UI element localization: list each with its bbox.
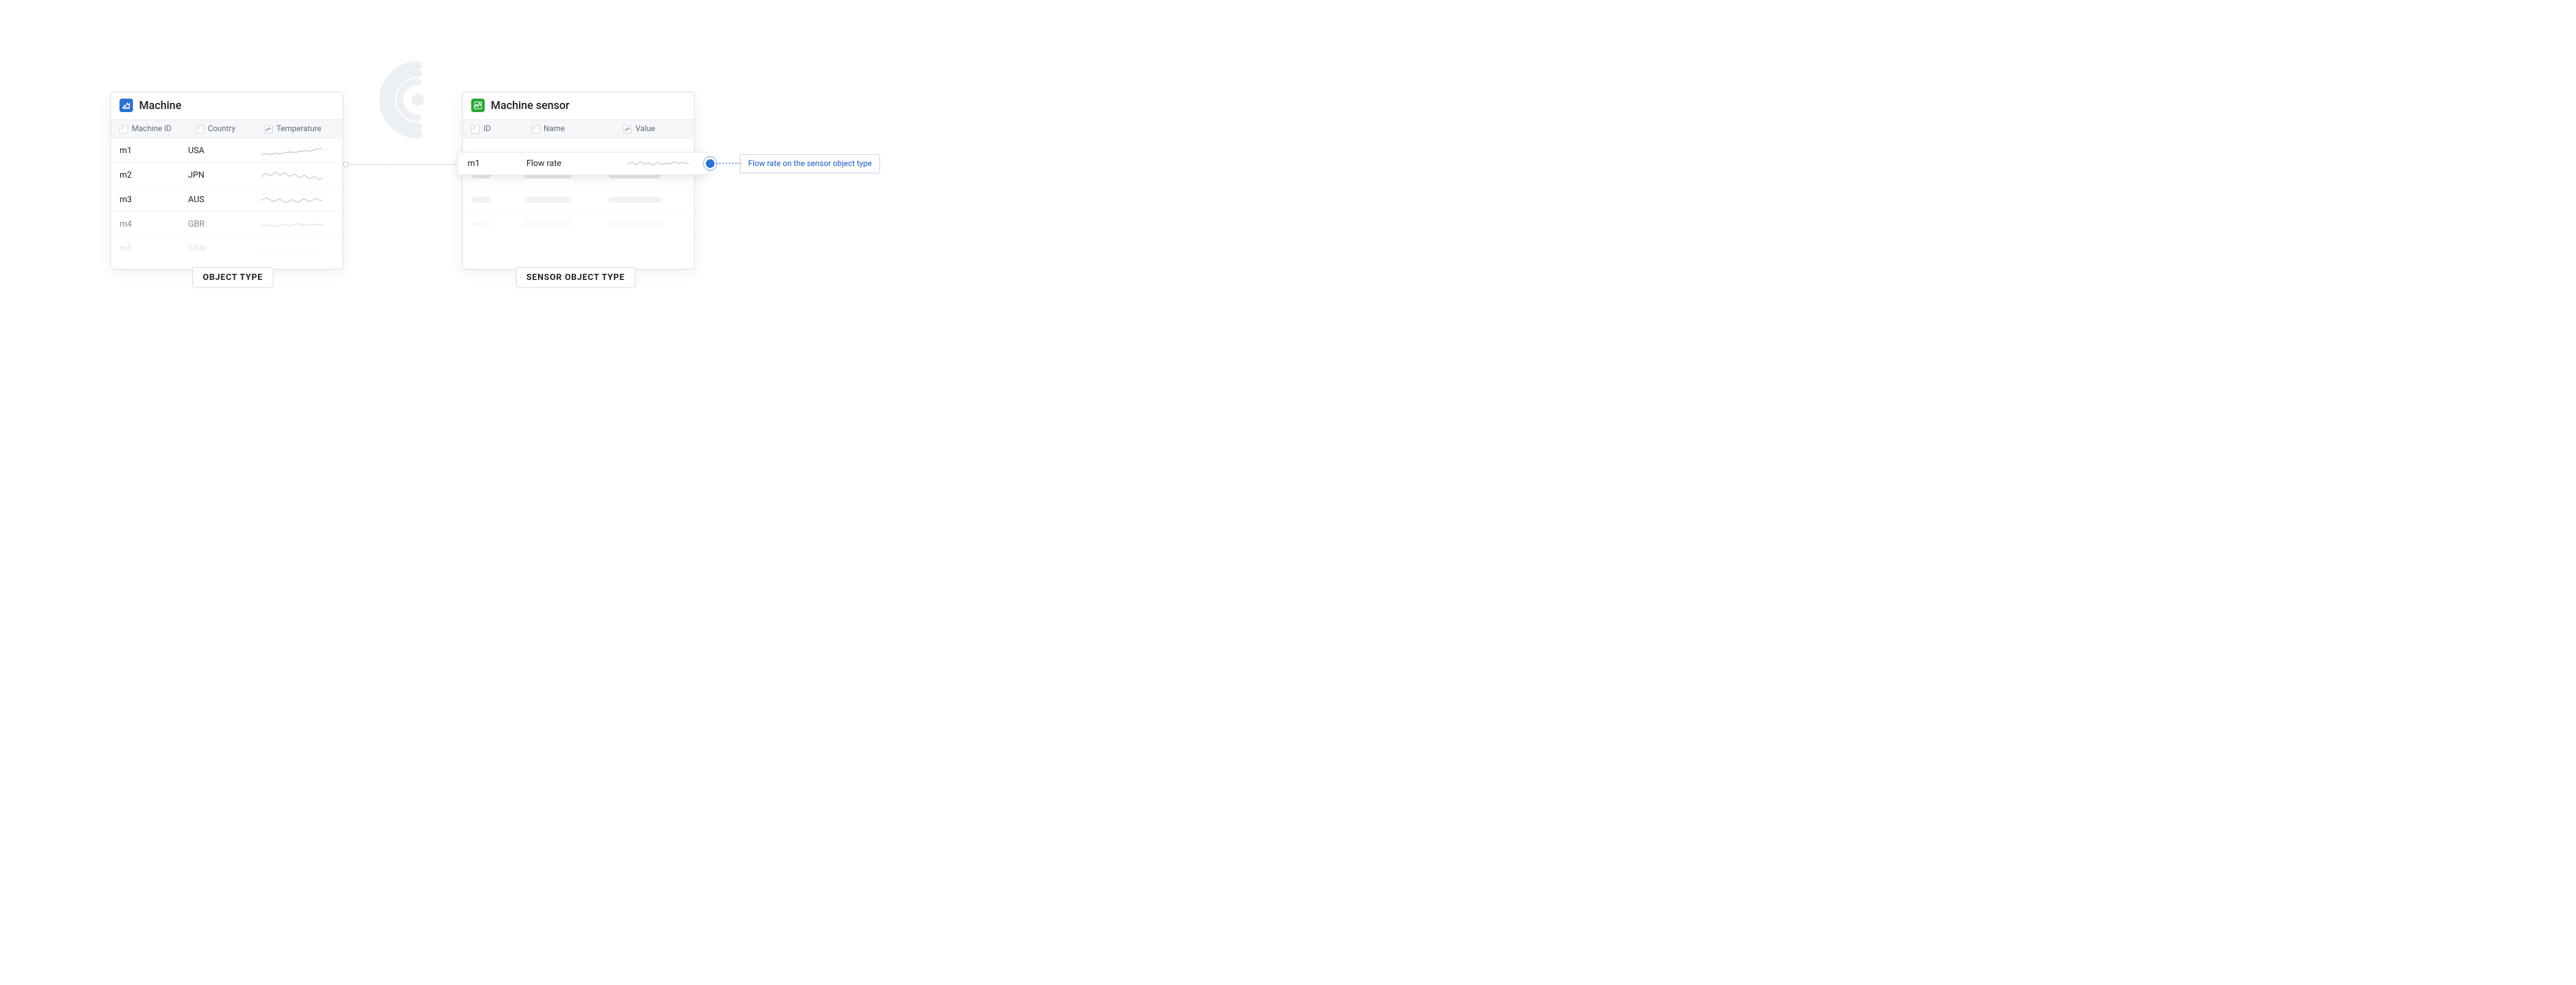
table-header: ” ID ” Name Value — [463, 119, 694, 138]
cell-country: CAN — [188, 244, 249, 254]
cell-id: m1 — [468, 159, 526, 168]
cell-sparkline — [249, 144, 334, 157]
svg-text:”: ” — [533, 127, 535, 132]
cell-id: m3 — [119, 195, 188, 205]
cell-sparkline — [249, 242, 334, 255]
callout-label: Flow rate on the sensor object type — [740, 154, 880, 173]
card-title: Machine sensor — [491, 99, 569, 112]
table-row: m4 GBR — [111, 212, 343, 236]
string-type-icon: ” — [195, 125, 204, 134]
link-connector — [343, 162, 462, 167]
table-header: ” Machine ID ” Country Temperature — [111, 119, 343, 138]
timeseries-type-icon — [264, 125, 273, 134]
cell-id: m1 — [119, 146, 188, 156]
cell-country: AUS — [188, 195, 249, 205]
cell-sparkline — [249, 193, 334, 206]
table-row-placeholder — [463, 212, 694, 236]
machine-icon — [119, 99, 133, 112]
highlight-handle-icon — [706, 159, 714, 168]
column-header: Machine ID — [132, 124, 172, 134]
cell-country: JPN — [188, 170, 249, 180]
cell-sparkline — [249, 168, 334, 182]
cell-sparkline — [249, 217, 334, 231]
timeseries-type-icon — [623, 125, 632, 134]
card-header: Machine sensor — [463, 92, 694, 119]
table-row: m2 JPN — [111, 163, 343, 187]
cell-country: GBR — [188, 219, 249, 229]
cell-id: m2 — [119, 170, 188, 180]
diagram-stage: Machine ” Machine ID ” Country Temperatu… — [0, 0, 929, 355]
table-row: m3 AUS — [111, 187, 343, 212]
sensor-object-type-card: Machine sensor ” ID ” Name Value — [462, 92, 695, 270]
object-type-card: Machine ” Machine ID ” Country Temperatu… — [110, 92, 343, 270]
table-row-placeholder — [463, 187, 694, 212]
column-header: Country — [208, 124, 235, 134]
cell-sparkline — [618, 157, 698, 170]
table-row: m5 CAN — [111, 236, 343, 261]
signal-icon — [371, 61, 456, 147]
column-header: Temperature — [276, 124, 321, 134]
table-row: m1 USA — [111, 138, 343, 163]
card-title: Machine — [139, 99, 181, 112]
svg-text:”: ” — [197, 127, 199, 132]
cell-name: Flow rate — [526, 159, 618, 168]
highlighted-sensor-row: m1 Flow rate — [457, 152, 708, 175]
column-header: Value — [635, 124, 655, 134]
callout-connector — [716, 163, 740, 164]
cell-country: USA — [188, 146, 249, 156]
object-type-label: Object type — [192, 267, 273, 288]
column-header: ID — [483, 124, 491, 134]
sensor-object-type-label: Sensor object type — [516, 267, 635, 288]
cell-id: m4 — [119, 219, 188, 229]
string-type-icon: ” — [119, 125, 128, 134]
column-header: Name — [544, 124, 565, 134]
sensor-icon — [471, 99, 485, 112]
svg-text:”: ” — [121, 127, 123, 132]
svg-text:”: ” — [473, 127, 475, 132]
string-type-icon: ” — [531, 125, 540, 134]
card-header: Machine — [111, 92, 343, 119]
cell-id: m5 — [119, 244, 188, 254]
string-type-icon: ” — [471, 125, 480, 134]
